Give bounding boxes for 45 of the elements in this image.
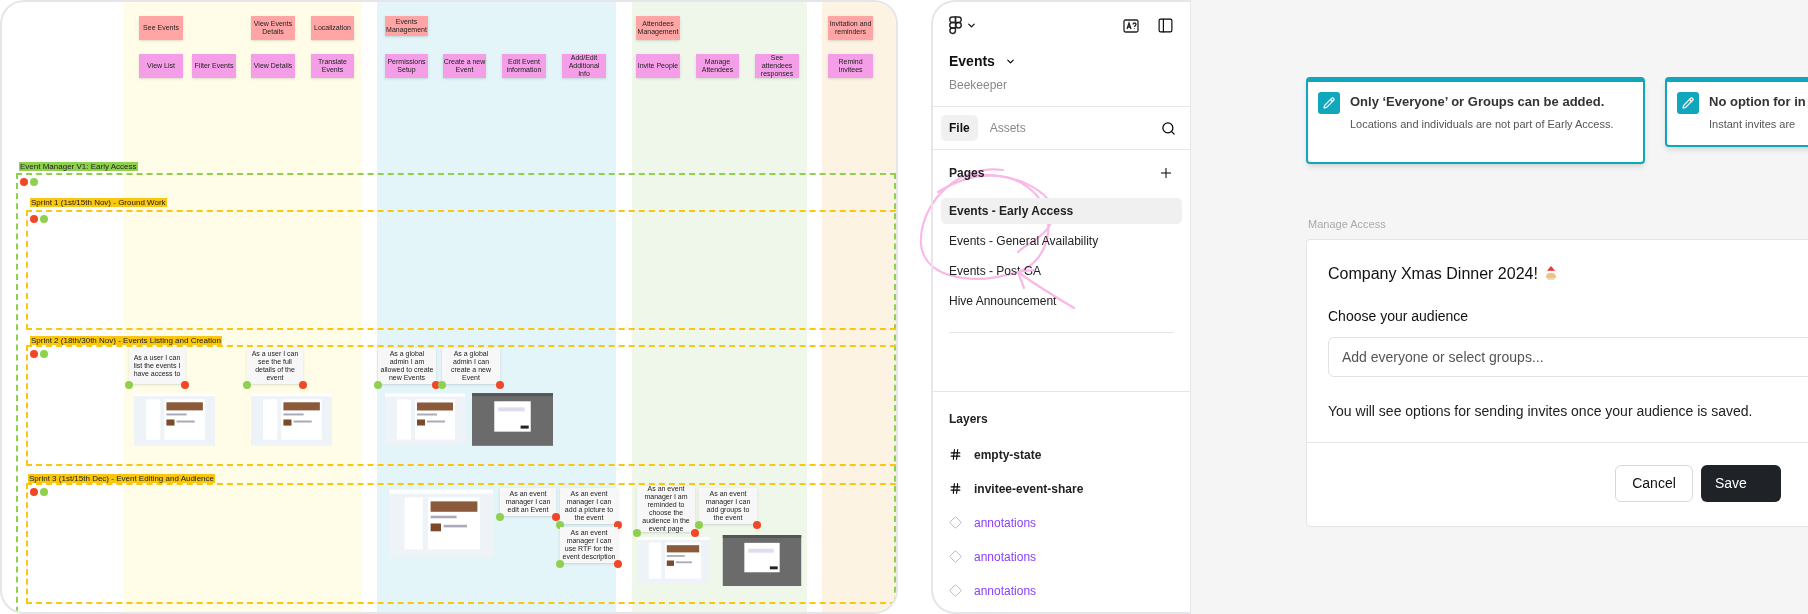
team-name: Beekeeper (948, 77, 1009, 94)
frame-label: Sprint 3 (1st/15th Dec) - Event Editing and Audience (28, 474, 215, 483)
layer-item[interactable]: annotations (949, 580, 1174, 601)
annotation-text: Locations and individuals are not part of Early Access. (1350, 116, 1614, 132)
pages-heading: Pages (949, 165, 985, 182)
layer-item[interactable]: empty-state (949, 444, 1174, 465)
chevron-down-icon[interactable] (1004, 56, 1016, 67)
pencil-icon (1677, 92, 1699, 114)
sidebar-toggle-icon[interactable] (1157, 17, 1174, 34)
helper-text: You will see options for sending invites once your audience is saved. (1328, 401, 1754, 421)
diamond-icon (949, 516, 962, 529)
save-button[interactable]: Save (1701, 464, 1781, 502)
frame-icon (949, 448, 962, 461)
sidebar-tab[interactable]: Assets (981, 115, 1034, 141)
layer-item[interactable]: annotations (949, 512, 1174, 533)
search-icon[interactable] (1161, 120, 1176, 136)
layer-item[interactable]: annotations (949, 546, 1174, 567)
frame-icon (949, 482, 962, 495)
diamond-icon (949, 584, 962, 597)
file-name[interactable]: Events (949, 51, 995, 72)
diamond-icon (949, 550, 962, 563)
page-item[interactable]: Events - Early Access (941, 198, 1182, 224)
hat-icon (1542, 265, 1559, 282)
audience-label: Choose your audience (1328, 306, 1470, 326)
frame-label: Event Manager V1: Early Access (19, 162, 138, 171)
layers-heading: Layers (949, 412, 988, 426)
pencil-icon (1318, 92, 1340, 114)
cancel-button[interactable]: Cancel (1615, 464, 1693, 502)
frame-label: Sprint 2 (18th/30th Nov) - Events Listing and Creation (30, 336, 222, 345)
audience-field[interactable]: Add everyone or select groups... (1328, 336, 1808, 377)
layer-item[interactable]: invitee-event-share (949, 478, 1174, 499)
annotation-text: Instant invites are (1709, 116, 1797, 132)
thumbnail-drawing (638, 535, 710, 586)
annotation-title: Only ‘Everyone’ or Groups can be added. (1350, 93, 1606, 111)
frame-label: Sprint 1 (1st/15th Nov) - Ground Work (30, 198, 167, 207)
page-item[interactable]: Events - General Availability (941, 228, 1182, 254)
annotation-title: No option for in (1709, 93, 1806, 111)
section-label: Manage Access (1308, 217, 1387, 232)
text-box-icon[interactable] (1123, 18, 1139, 33)
page-item[interactable]: Hive Announcement (941, 288, 1182, 314)
dialog-title: Company Xmas Dinner 2024! (1328, 263, 1538, 284)
chevron-down-icon[interactable] (966, 20, 977, 31)
sidebar-tab[interactable]: File (941, 115, 978, 141)
add-page-icon[interactable] (1158, 165, 1174, 181)
logo-icon[interactable] (949, 16, 962, 35)
